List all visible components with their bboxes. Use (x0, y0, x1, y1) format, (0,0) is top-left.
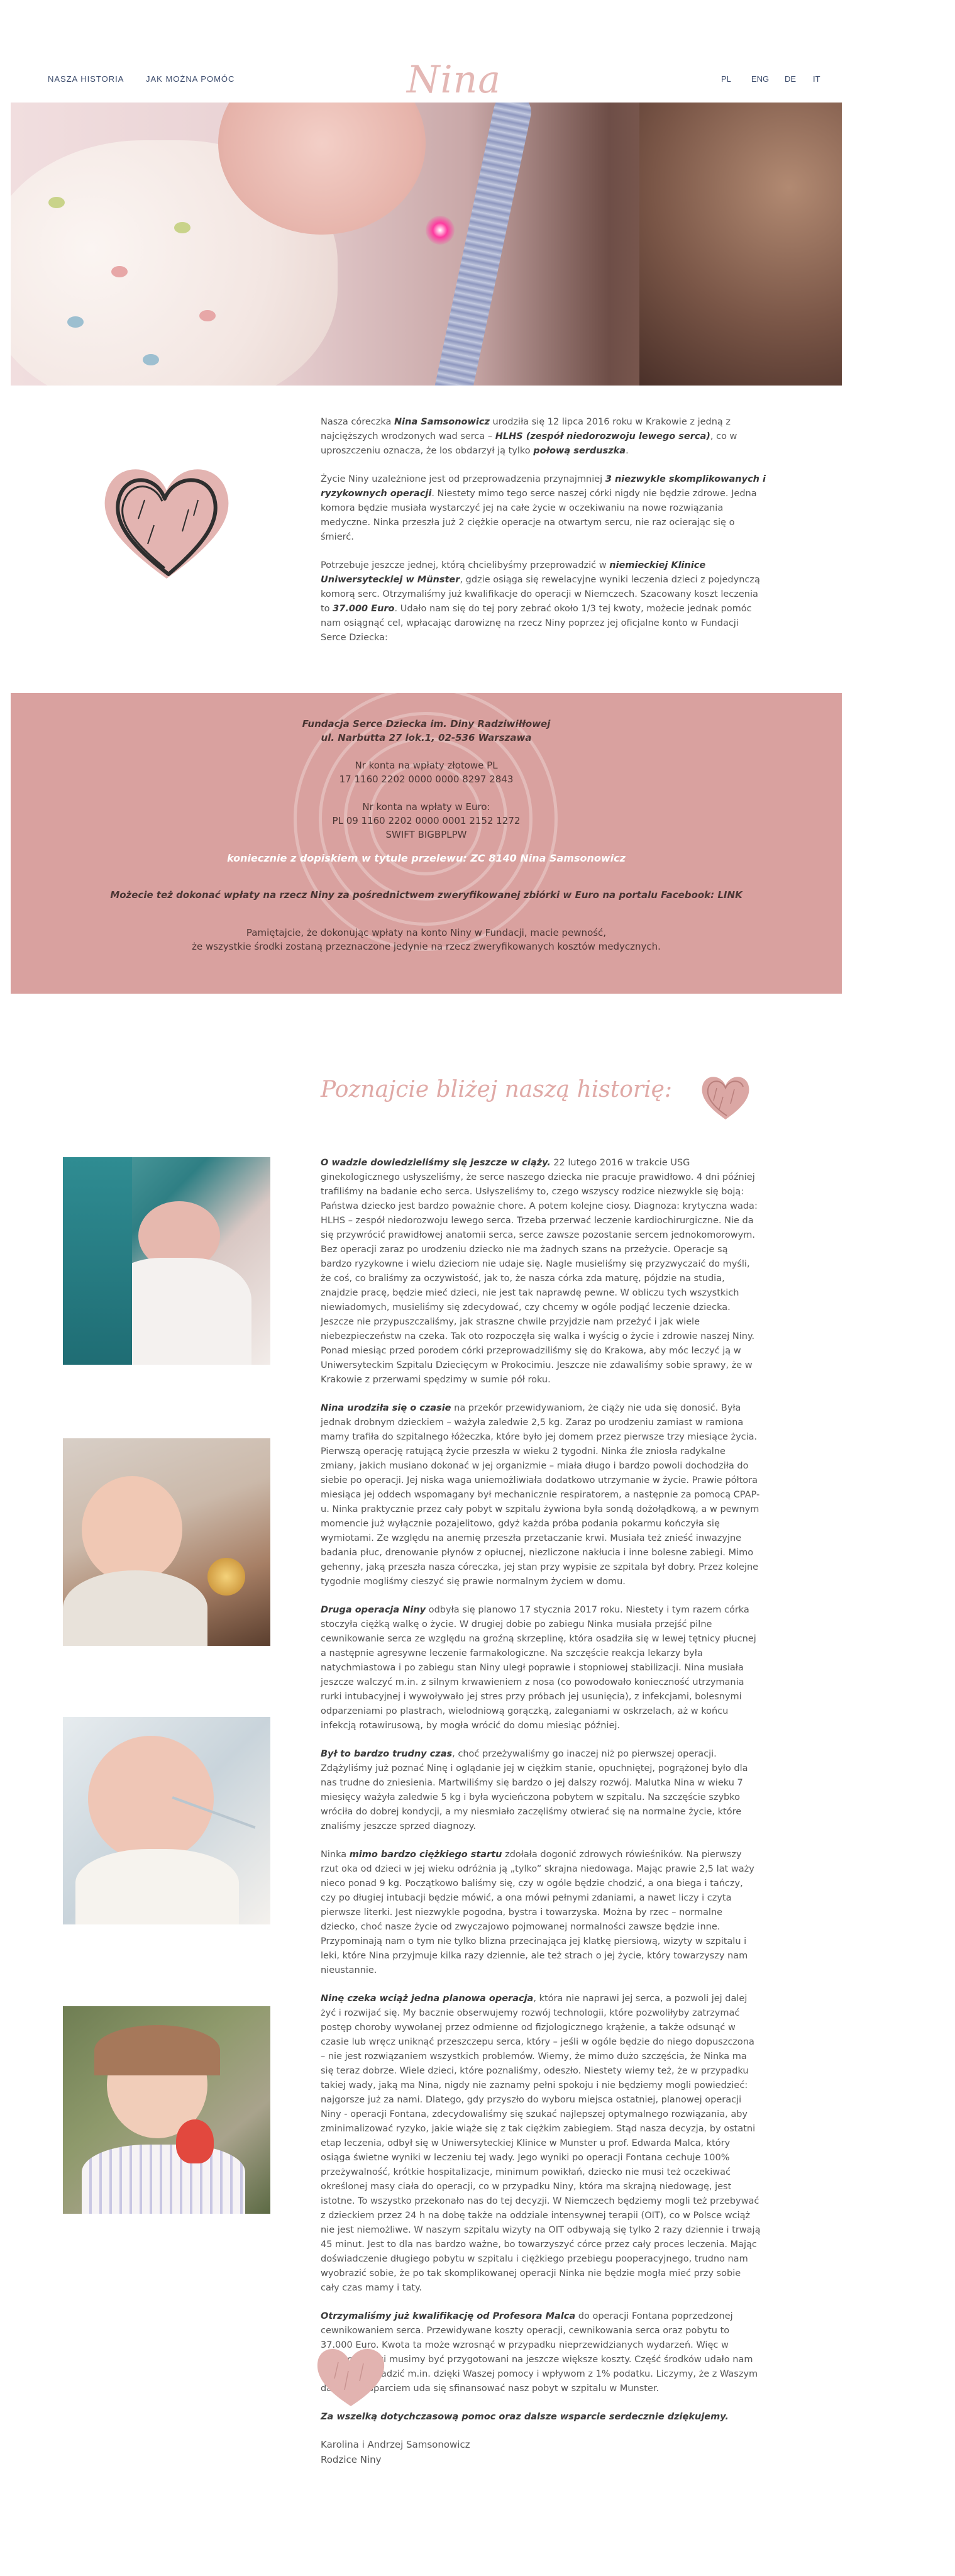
foundation-name: Fundacja Serce Dziecka im. Diny Radziwił… (302, 718, 551, 730)
intro-paragraph: Potrzebuje jeszcze jednej, którą chcieli… (321, 558, 767, 645)
eur-account-number[interactable]: PL 09 1160 2202 0000 0001 2152 1272 (11, 814, 842, 828)
lang-eng[interactable]: ENG (751, 74, 769, 84)
diagnosis: HLHS (zespół niedorozwoju lewego serca) (495, 431, 710, 441)
hero-photo (11, 103, 842, 386)
blanket-pattern-dot (48, 197, 65, 208)
photo-baby-feeding-tube (63, 1717, 270, 1924)
story-text: O wadzie dowiedzieliśmy się jeszcze w ci… (321, 1156, 761, 2438)
story-paragraph: O wadzie dowiedzieliśmy się jeszcze w ci… (321, 1156, 761, 1387)
foundation-address: ul. Narbutta 27 lok.1, 02-536 Warszawa (321, 732, 532, 743)
lang-pl[interactable]: PL (721, 74, 731, 84)
eur-account-label: Nr konta na wpłaty w Euro: (362, 801, 490, 813)
text: , choć przeżywaliśmy go inaczej niż po p… (321, 1749, 748, 1831)
cost-amount: 37.000 Euro (333, 604, 395, 614)
donation-section: Fundacja Serce Dziecka im. Diny Radziwił… (11, 687, 842, 994)
lead: Był to bardzo trudny czas (321, 1749, 453, 1759)
half-heart: połową serduszka (533, 446, 626, 456)
heart-icon (317, 2349, 385, 2406)
blanket-pattern-dot (199, 310, 216, 321)
photo-tulip (176, 2119, 214, 2163)
photo-scrubs (63, 1157, 132, 1365)
photo-toddler-tulip (63, 2006, 270, 2214)
photo-toddler-hair (94, 2025, 220, 2075)
text: Nasza córeczka (321, 417, 395, 427)
lead: Otrzymaliśmy już kwalifikację od Profeso… (321, 2311, 576, 2321)
intro-paragraph: Życie Niny uzależnione jest od przeprowa… (321, 472, 767, 545)
story-title: Poznajcie bliżej naszą historię: (321, 1077, 673, 1102)
lead: Ninę czeka wciąż jedna planowa operacja (321, 1994, 534, 2004)
text: 22 lutego 2016 w trakcie USG ginekologic… (321, 1158, 758, 1385)
facebook-fundraiser-note[interactable]: Możecie też dokonać wpłaty na rzecz Niny… (11, 888, 842, 902)
intro-paragraph: Nasza córeczka Nina Samsonowicz urodziła… (321, 415, 767, 458)
blanket-pattern-dot (174, 222, 190, 233)
signature-names: Karolina i Andrzej Samsonowicz (321, 2439, 470, 2450)
blanket-pattern-dot (143, 354, 159, 365)
text: odbyła się planowo 17 stycznia 2017 roku… (321, 1605, 756, 1731)
text: . (626, 446, 629, 456)
pln-account-number[interactable]: 17 1160 2202 0000 0000 8297 2843 (11, 772, 842, 786)
signature: Karolina i Andrzej Samsonowicz Rodzice N… (321, 2437, 470, 2467)
story-paragraph: Druga operacja Niny odbyła się planowo 1… (321, 1603, 761, 1733)
lang-it[interactable]: IT (813, 74, 820, 84)
heart-illustration (104, 469, 229, 579)
thanks-line: Pamiętajcie, że dokonując wpłaty na kont… (246, 927, 607, 938)
photo-toddler-dress (82, 2145, 245, 2214)
thanks-line: że wszystkie środki zostaną przeznaczone… (192, 941, 661, 952)
nav-our-story[interactable]: NASZA HISTORIA (48, 74, 124, 84)
intro-text: Nasza córeczka Nina Samsonowicz urodziła… (321, 415, 767, 659)
photo-baby-face (88, 1736, 214, 1862)
text: Ninka (321, 1850, 350, 1860)
closing-text: Za wszelką dotychczasową pomoc oraz dals… (321, 2412, 729, 2422)
closing-line: Za wszelką dotychczasową pomoc oraz dals… (321, 2410, 761, 2424)
story-paragraph: Ninę czeka wciąż jedna planowa operacja,… (321, 1992, 761, 2296)
pln-account-label: Nr konta na wpłaty złotowe PL (355, 760, 498, 771)
blanket-pattern-dot (67, 316, 84, 328)
lead: O wadzie dowiedzieliśmy się jeszcze w ci… (321, 1158, 551, 1168)
photo-newborn (63, 1157, 270, 1365)
lead: Druga operacja Niny (321, 1605, 426, 1615)
hero-parent (639, 103, 842, 386)
story-paragraph: Nina urodziła się o czasie na przekór pr… (321, 1401, 761, 1589)
photo-baby-body (75, 1849, 239, 1924)
text: Życie Niny uzależnione jest od przeprowa… (321, 474, 605, 484)
text: Potrzebuje jeszcze jednej, którą chcieli… (321, 560, 610, 570)
text: na przekór przewidywaniom, że ciąży nie … (321, 1403, 760, 1587)
text: zdołała dogonić zdrowych rówieśników. Na… (321, 1850, 754, 1975)
story-paragraph: Ninka mimo bardzo ciężkiego startu zdoła… (321, 1848, 761, 1978)
lang-de[interactable]: DE (785, 74, 796, 84)
text: , która nie naprawi jej serca, a pozwoli… (321, 1994, 761, 2293)
photo-baby-body (63, 1570, 207, 1646)
transfer-title-note: koniecznie z dopiskiem w tytule przelewu… (227, 852, 626, 864)
hero-sensor-light (426, 216, 455, 245)
photo-ornament (207, 1558, 245, 1596)
photo-baby-face (82, 1476, 182, 1583)
lead: Nina urodziła się o czasie (321, 1403, 451, 1413)
heart-icon (702, 1077, 749, 1119)
nina-name: Nina Samsonowicz (394, 417, 490, 427)
site-header: NASZA HISTORIA JAK MOŻNA POMÓC Nina Sams… (0, 0, 955, 146)
signature-role: Rodzice Niny (321, 2454, 382, 2465)
lead: mimo bardzo ciężkiego startu (349, 1850, 502, 1860)
blanket-pattern-dot (111, 266, 128, 277)
swift-code[interactable]: SWIFT BIGBPLPW (11, 828, 842, 841)
nav-how-to-help[interactable]: JAK MOŻNA POMÓC (146, 74, 235, 84)
story-paragraph: Był to bardzo trudny czas, choć przeżywa… (321, 1747, 761, 1834)
photo-baby-christmas (63, 1438, 270, 1646)
hero-tube (429, 103, 535, 386)
